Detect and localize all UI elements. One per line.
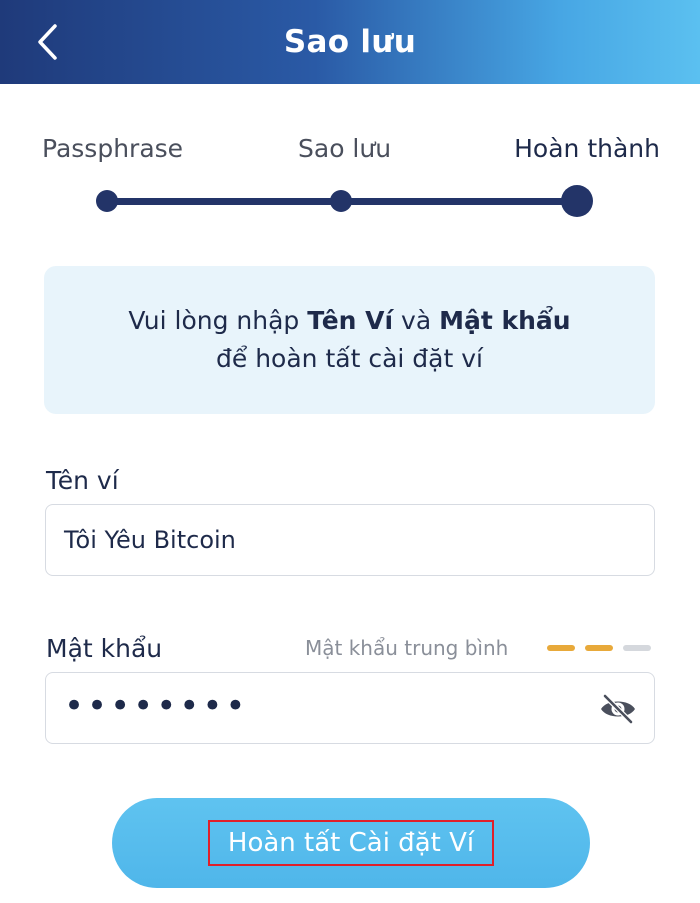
- password-input[interactable]: ••••••••: [45, 672, 655, 744]
- password-strength-meter: [547, 645, 651, 651]
- app-header: Sao lưu: [0, 0, 700, 84]
- instruction-line-2: để hoàn tất cài đặt ví: [216, 344, 483, 373]
- wallet-name-value: Tôi Yêu Bitcoin: [64, 526, 236, 554]
- strength-bar-2: [585, 645, 613, 651]
- instruction-text: Vui lòng nhập: [128, 306, 308, 335]
- step-dot-3-current: [561, 185, 593, 217]
- progress-stepper: Passphrase Sao lưu Hoàn thành: [0, 120, 700, 230]
- password-mask: ••••••••: [64, 686, 249, 726]
- complete-setup-label: Hoàn tất Cài đặt Ví: [207, 820, 495, 866]
- instruction-line-1: Vui lòng nhập Tên Ví và Mật khẩu: [128, 302, 570, 340]
- page-title: Sao lưu: [283, 24, 417, 60]
- complete-setup-button[interactable]: Hoàn tất Cài đặt Ví: [112, 798, 590, 888]
- wallet-name-input[interactable]: Tôi Yêu Bitcoin: [45, 504, 655, 576]
- instruction-box: Vui lòng nhập Tên Ví và Mật khẩu để hoàn…: [44, 266, 655, 414]
- wallet-name-label: Tên ví: [46, 466, 119, 495]
- strength-bar-1: [547, 645, 575, 651]
- password-label: Mật khẩu: [46, 634, 163, 663]
- step-label-complete: Hoàn thành: [514, 134, 660, 163]
- step-label-backup: Sao lưu: [298, 134, 392, 163]
- eye-off-icon: [601, 693, 635, 725]
- instruction-text: và: [393, 306, 440, 335]
- step-dot-1: [96, 190, 118, 212]
- instruction-bold-name: Tên Ví: [307, 306, 394, 335]
- strength-bar-3: [623, 645, 651, 651]
- password-strength-text: Mật khẩu trung bình: [305, 636, 509, 660]
- toggle-password-visibility-button[interactable]: [598, 690, 638, 728]
- back-button[interactable]: [26, 20, 70, 64]
- step-dot-2: [330, 190, 352, 212]
- chevron-left-icon: [38, 24, 57, 60]
- step-label-passphrase: Passphrase: [42, 134, 184, 163]
- instruction-bold-password: Mật khẩu: [439, 306, 571, 335]
